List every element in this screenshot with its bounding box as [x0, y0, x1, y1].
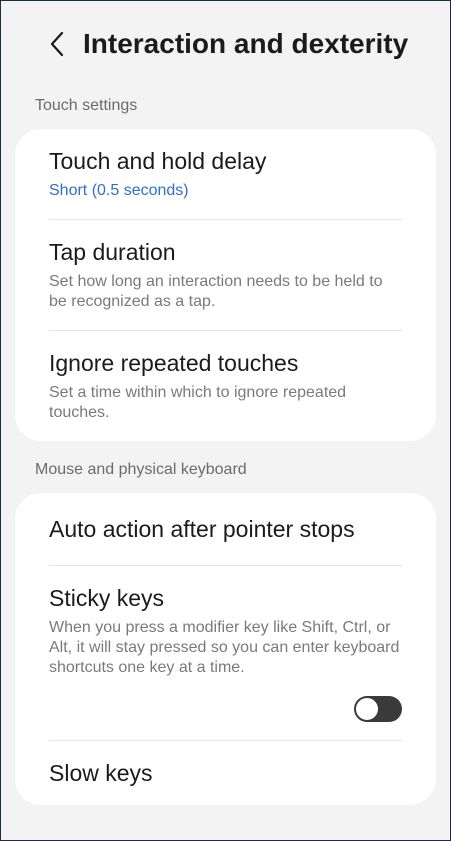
- item-description: Set how long an interaction needs to be …: [49, 273, 383, 310]
- touch-settings-card: Touch and hold delay Short (0.5 seconds)…: [15, 129, 436, 441]
- section-label-mouse-keyboard: Mouse and physical keyboard: [35, 461, 247, 478]
- auto-action-after-pointer-stops-item[interactable]: Auto action after pointer stops: [15, 493, 436, 565]
- page-title: Interaction and dexterity: [83, 28, 409, 59]
- slow-keys-item[interactable]: Slow keys: [15, 741, 436, 805]
- item-title: Tap duration: [49, 239, 176, 265]
- item-title: Touch and hold delay: [49, 148, 267, 174]
- item-value: Short (0.5 seconds): [49, 182, 189, 199]
- toggle-knob: [355, 697, 379, 721]
- screen: Interaction and dexterity Touch settings…: [0, 0, 451, 841]
- item-description: Set a time within which to ignore repeat…: [49, 384, 347, 421]
- item-title: Sticky keys: [49, 585, 165, 611]
- item-title: Auto action after pointer stops: [49, 516, 355, 542]
- app-bar: Interaction and dexterity: [1, 1, 450, 87]
- toggle-row: [49, 696, 402, 722]
- chevron-left-icon: [50, 31, 64, 57]
- back-button[interactable]: [37, 24, 77, 64]
- item-description: When you press a modifier key like Shift…: [49, 619, 400, 676]
- section-label-touch-settings: Touch settings: [35, 97, 138, 114]
- sticky-keys-toggle[interactable]: [354, 696, 402, 722]
- item-title: Ignore repeated touches: [49, 350, 299, 376]
- item-title: Slow keys: [49, 760, 153, 786]
- mouse-keyboard-card: Auto action after pointer stops Sticky k…: [15, 493, 436, 805]
- tap-duration-item[interactable]: Tap duration Set how long an interaction…: [15, 220, 436, 330]
- ignore-repeated-touches-item[interactable]: Ignore repeated touches Set a time withi…: [15, 331, 436, 441]
- sticky-keys-item[interactable]: Sticky keys When you press a modifier ke…: [15, 566, 436, 740]
- touch-and-hold-delay-item[interactable]: Touch and hold delay Short (0.5 seconds): [15, 129, 436, 219]
